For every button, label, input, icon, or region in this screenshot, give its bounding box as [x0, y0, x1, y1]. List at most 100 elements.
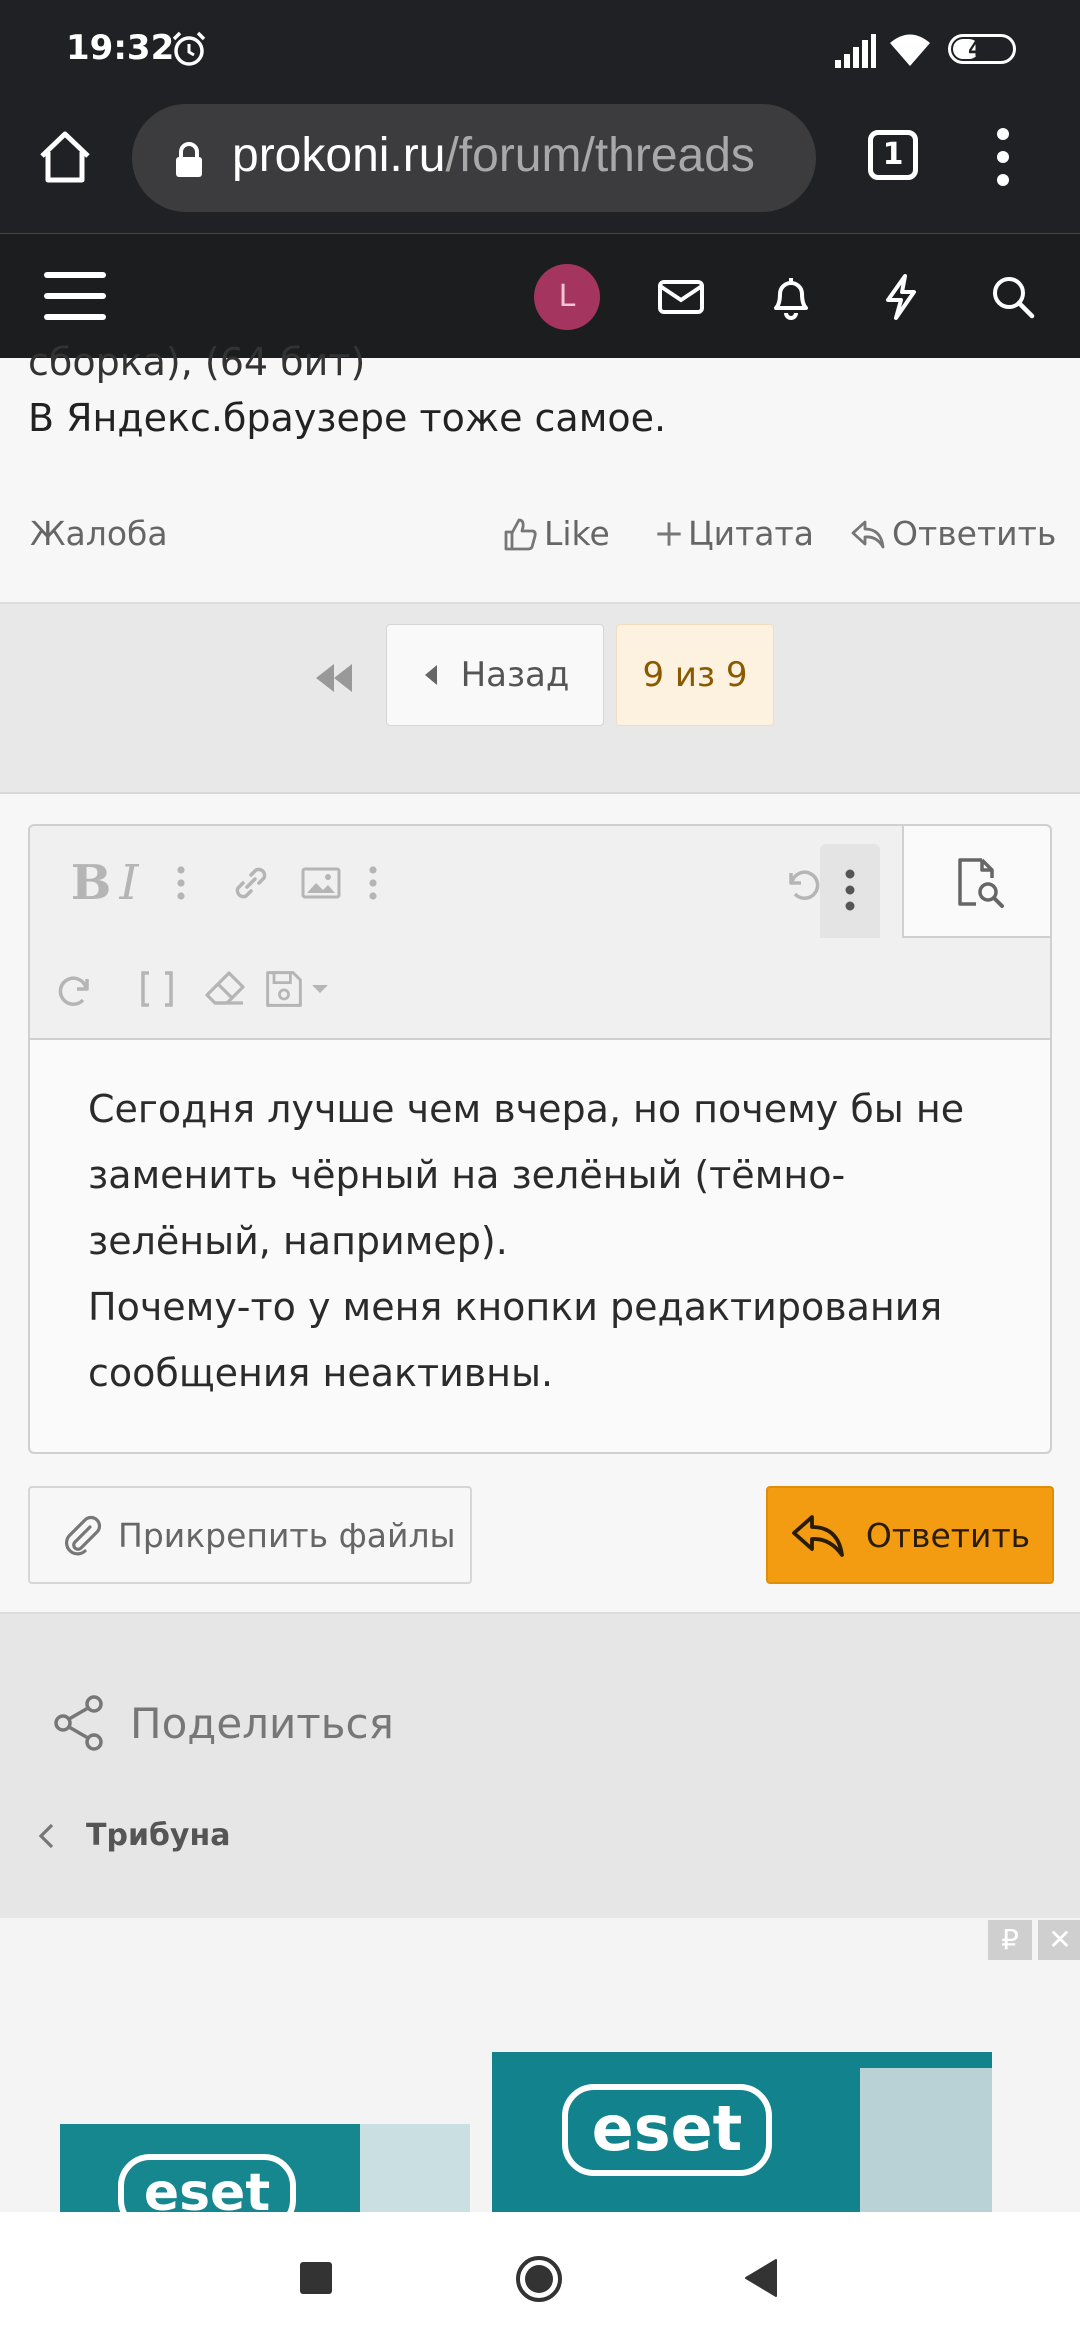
post-text-cut-line: сборка), (64 бит)	[28, 340, 366, 384]
undo-icon	[789, 870, 820, 900]
thumbs-up-icon	[504, 518, 537, 550]
browser-toolbar: prokoni.ru/forum/threads 1	[0, 100, 1080, 234]
reply-icon	[791, 1515, 844, 1557]
recent-apps-icon[interactable]	[300, 2262, 332, 2294]
redo-icon	[58, 976, 89, 1006]
caret-left-icon	[424, 665, 437, 685]
search-icon[interactable]	[988, 272, 1038, 322]
avatar[interactable]: L	[534, 264, 600, 330]
wifi-icon	[890, 34, 930, 66]
status-bar: 19:32 49	[0, 0, 1080, 100]
url-path: /forum/threads	[445, 129, 755, 182]
submit-reply-label: Ответить	[865, 1515, 1031, 1555]
previous-page-label: Назад	[460, 655, 570, 695]
quote-label: Цитата	[688, 514, 814, 553]
like-button[interactable]: Like	[502, 514, 610, 553]
lock-icon	[176, 142, 202, 177]
redo-button[interactable]	[40, 956, 110, 1022]
document-search-icon	[958, 858, 1004, 908]
signal-icon	[835, 34, 876, 68]
message-textarea[interactable]: Сегодня лучше чем вчера, но почему бы не…	[30, 1038, 1050, 1452]
vertical-dots-icon	[177, 866, 185, 900]
report-link[interactable]: Жалоба	[30, 514, 168, 553]
browser-menu-icon[interactable]	[988, 126, 1018, 188]
message-line: Сегодня лучше чем вчера, но почему бы не	[88, 1087, 965, 1131]
message-line: сообщения неактивны.	[88, 1351, 554, 1395]
chevron-left-icon	[38, 1823, 54, 1848]
status-time: 19:32	[66, 28, 175, 68]
share-label: Поделиться	[130, 1698, 394, 1748]
drafts-button[interactable]	[252, 956, 342, 1022]
product-box-right-side	[860, 2068, 992, 2212]
image-icon	[301, 867, 341, 899]
reply-icon	[851, 520, 885, 548]
rich-text-editor: B I Сегодня лучше чем вчера, но почему б…	[28, 824, 1052, 1454]
post-actions: Жалоба Like Цитата Ответить	[0, 508, 1080, 568]
url-host: prokoni.ru	[232, 129, 446, 182]
system-navigation-bar	[0, 2212, 1080, 2340]
home-icon[interactable]	[36, 128, 94, 186]
envelope-icon[interactable]	[656, 272, 706, 322]
breadcrumb[interactable]: Трибуна	[36, 1818, 230, 1853]
image-button[interactable]	[286, 850, 356, 916]
menu-icon[interactable]	[44, 270, 106, 322]
current-page-indicator[interactable]: 9 из 9	[616, 624, 774, 726]
home-button-icon[interactable]	[514, 2254, 564, 2304]
previous-page-button[interactable]: Назад	[386, 624, 604, 726]
vertical-dots-icon	[369, 866, 377, 900]
submit-reply-button[interactable]: Ответить	[766, 1486, 1054, 1584]
preview-button[interactable]	[902, 826, 1050, 938]
share-section: Поделиться Трибуна	[0, 1614, 1080, 1918]
url-text: prokoni.ru/forum/threads	[232, 128, 755, 183]
first-page-icon[interactable]	[312, 656, 356, 700]
attach-files-button[interactable]: Прикрепить файлы	[28, 1486, 472, 1584]
post-reply-button[interactable]: Ответить	[850, 514, 1056, 553]
bbcode-button[interactable]	[122, 956, 192, 1022]
paperclip-icon	[65, 1515, 102, 1556]
share-icon	[54, 1695, 103, 1751]
alarm-icon	[172, 31, 206, 66]
ad-info-badge[interactable]: ₽	[988, 1920, 1032, 1960]
remove-format-button[interactable]	[190, 956, 260, 1022]
back-icon[interactable]	[742, 2256, 780, 2300]
italic-button[interactable]: I	[94, 850, 164, 916]
editor-toolbar-row-1: B I	[30, 826, 1050, 938]
eraser-icon	[205, 971, 245, 1005]
more-text-options-button[interactable]	[156, 850, 206, 916]
save-icon	[266, 971, 302, 1007]
brackets-icon	[141, 971, 173, 1007]
message-text: Сегодня лучше чем вчера, но почему бы не…	[88, 1076, 1028, 1406]
share-button[interactable]: Поделиться	[52, 1694, 394, 1752]
more-insert-options-button[interactable]	[348, 850, 398, 916]
post-reply-label: Ответить	[892, 514, 1057, 553]
lightning-icon[interactable]	[876, 272, 926, 322]
bell-icon[interactable]	[766, 272, 816, 322]
quote-button[interactable]: Цитата	[654, 514, 814, 553]
battery-text: 49	[968, 37, 996, 61]
eset-logo-large: eset	[562, 2084, 772, 2176]
advertisement[interactable]: ₽ ✕ eset eset	[0, 1918, 1080, 2212]
tab-switcher-button[interactable]: 1	[868, 130, 918, 180]
battery-indicator: 49	[948, 34, 1016, 64]
link-icon	[235, 867, 267, 899]
vertical-dots-icon	[845, 869, 855, 911]
message-line: заменить чёрный на зелёный (тёмно-	[88, 1153, 846, 1197]
message-line: Почему-то у меня кнопки редактирования	[88, 1285, 943, 1329]
post-text: В Яндекс.браузере тоже самое.	[28, 396, 667, 440]
breadcrumb-label: Трибуна	[86, 1818, 231, 1853]
product-box-left-side	[360, 2124, 470, 2212]
reply-editor-region: B I Сегодня лучше чем вчера, но почему б…	[0, 794, 1080, 1614]
plus-icon	[657, 521, 681, 546]
eset-logo-small: eset	[118, 2154, 296, 2212]
ad-close-button[interactable]: ✕	[1038, 1920, 1080, 1960]
pagination: Назад 9 из 9	[0, 604, 1080, 794]
message-line: зелёный, например).	[88, 1219, 508, 1263]
address-bar[interactable]: prokoni.ru/forum/threads	[132, 104, 816, 212]
previous-post: сборка), (64 бит) В Яндекс.браузере тоже…	[0, 340, 1080, 604]
attach-files-label: Прикрепить файлы	[118, 1515, 456, 1555]
editor-toolbar-row-2	[30, 938, 1050, 1038]
like-label: Like	[544, 514, 610, 553]
more-options-button[interactable]	[820, 844, 880, 938]
link-button[interactable]	[216, 850, 286, 916]
caret-down-icon	[312, 985, 328, 993]
